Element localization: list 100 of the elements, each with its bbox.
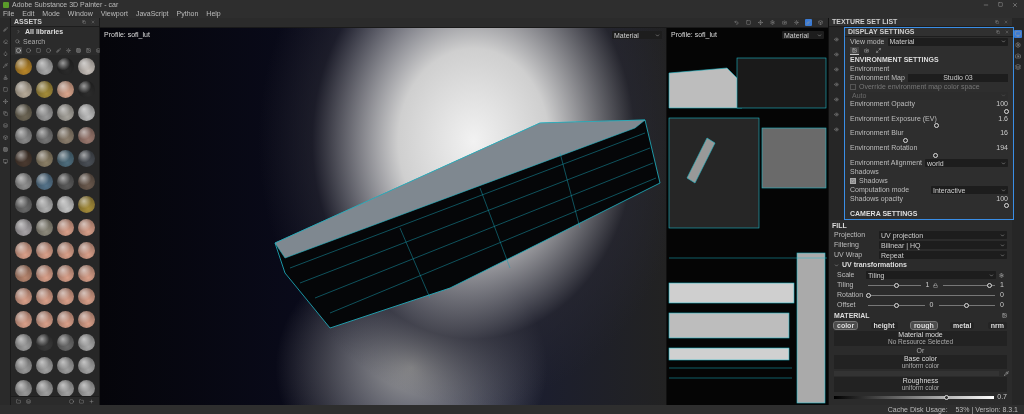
material-preview[interactable] — [15, 379, 33, 396]
material-preview[interactable] — [15, 333, 33, 351]
visibility-icon[interactable] — [834, 67, 839, 72]
material-preview[interactable] — [36, 172, 54, 190]
visibility-icon[interactable] — [834, 97, 839, 102]
slider-thumb[interactable] — [943, 394, 949, 400]
material-preview[interactable] — [15, 172, 33, 190]
caret-icon — [1001, 39, 1006, 44]
caret-icon — [1001, 187, 1006, 193]
material-preview[interactable] — [77, 333, 95, 351]
visibility-icon[interactable] — [834, 127, 839, 132]
material-preview[interactable] — [56, 103, 74, 121]
material-preview[interactable] — [15, 57, 33, 75]
material-preview[interactable] — [36, 218, 54, 236]
visibility-icon[interactable] — [834, 52, 839, 57]
material-preview[interactable] — [77, 172, 95, 190]
slider-thumb[interactable] — [903, 138, 909, 144]
material-preview[interactable] — [15, 310, 33, 328]
slider-thumb[interactable] — [934, 123, 940, 129]
slider-thumb[interactable] — [865, 292, 871, 298]
material-preview[interactable] — [36, 310, 54, 328]
material-preview[interactable] — [15, 80, 33, 98]
material-preview[interactable] — [15, 149, 33, 167]
material-preview[interactable] — [56, 264, 74, 282]
visibility-icon[interactable] — [834, 82, 839, 87]
eyedropper-icon[interactable] — [1004, 370, 1009, 376]
material-preview[interactable] — [56, 241, 74, 259]
material-preview[interactable] — [36, 379, 54, 396]
filter-button[interactable] — [95, 46, 102, 54]
material-preview[interactable] — [56, 287, 74, 305]
material-preview[interactable] — [56, 333, 74, 351]
material-preview[interactable] — [15, 195, 33, 213]
material-preview[interactable] — [77, 264, 95, 282]
material-preview[interactable] — [36, 287, 54, 305]
search-icon — [15, 38, 20, 44]
tool-icon[interactable] — [1, 134, 9, 141]
material-preview[interactable] — [56, 379, 74, 396]
lock-icon[interactable] — [932, 282, 938, 288]
toolbar-icon[interactable] — [817, 19, 824, 26]
close-icon[interactable] — [1012, 1, 1018, 8]
material-preview[interactable] — [15, 218, 33, 236]
slider-thumb[interactable] — [932, 152, 938, 158]
material-preview[interactable] — [77, 195, 95, 213]
material-preview[interactable] — [15, 264, 33, 282]
slider-thumb[interactable] — [1003, 203, 1009, 209]
slider-thumb[interactable] — [1003, 108, 1009, 114]
material-preview[interactable] — [36, 57, 54, 75]
material-preview[interactable] — [77, 218, 95, 236]
side-tab[interactable] — [1014, 52, 1022, 60]
caret-icon — [655, 32, 660, 38]
material-preview[interactable] — [77, 356, 95, 374]
slider-thumb[interactable] — [964, 302, 970, 308]
image-icon[interactable] — [1002, 313, 1007, 319]
app-logo-icon — [3, 1, 9, 8]
material-preview[interactable] — [56, 356, 74, 374]
material-preview[interactable] — [56, 80, 74, 98]
material-preview[interactable] — [36, 264, 54, 282]
material-preview[interactable] — [77, 287, 95, 305]
slider-thumb[interactable] — [894, 282, 900, 288]
material-preview[interactable] — [56, 126, 74, 144]
slider-thumb[interactable] — [987, 282, 993, 288]
material-preview[interactable] — [56, 310, 74, 328]
material-preview[interactable] — [15, 103, 33, 121]
material-preview[interactable] — [36, 333, 54, 351]
material-preview[interactable] — [15, 356, 33, 374]
material-preview[interactable] — [77, 57, 95, 75]
material-preview[interactable] — [36, 149, 54, 167]
material-preview[interactable] — [15, 241, 33, 259]
tool-icon[interactable] — [1, 98, 9, 105]
tool-icon[interactable] — [1, 158, 9, 165]
toolbar-icon[interactable] — [769, 19, 776, 26]
material-preview[interactable] — [77, 149, 95, 167]
settings-icon[interactable] — [999, 272, 1004, 278]
material-preview[interactable] — [77, 103, 95, 121]
toolbar-icon[interactable] — [757, 19, 764, 26]
material-preview[interactable] — [15, 126, 33, 144]
material-preview[interactable] — [36, 356, 54, 374]
material-preview[interactable] — [56, 195, 74, 213]
caret-icon — [834, 262, 839, 268]
material-preview[interactable] — [36, 241, 54, 259]
material-preview[interactable] — [77, 241, 95, 259]
material-preview[interactable] — [36, 80, 54, 98]
caret-icon — [989, 272, 994, 278]
material-preview[interactable] — [36, 126, 54, 144]
side-tab[interactable] — [1014, 41, 1022, 49]
material-preview[interactable] — [56, 218, 74, 236]
checkbox[interactable] — [850, 178, 856, 185]
material-preview[interactable] — [36, 103, 54, 121]
slider-thumb[interactable] — [893, 302, 899, 308]
material-preview[interactable] — [56, 149, 74, 167]
material-preview[interactable] — [77, 379, 95, 396]
visibility-icon[interactable] — [834, 37, 839, 42]
material-preview[interactable] — [77, 310, 95, 328]
visibility-icon[interactable] — [834, 112, 839, 117]
material-preview[interactable] — [77, 126, 95, 144]
settings-tab[interactable] — [850, 46, 859, 55]
material-preview[interactable] — [15, 287, 33, 305]
material-preview[interactable] — [56, 172, 74, 190]
material-preview[interactable] — [36, 195, 54, 213]
slider[interactable] — [834, 395, 995, 399]
